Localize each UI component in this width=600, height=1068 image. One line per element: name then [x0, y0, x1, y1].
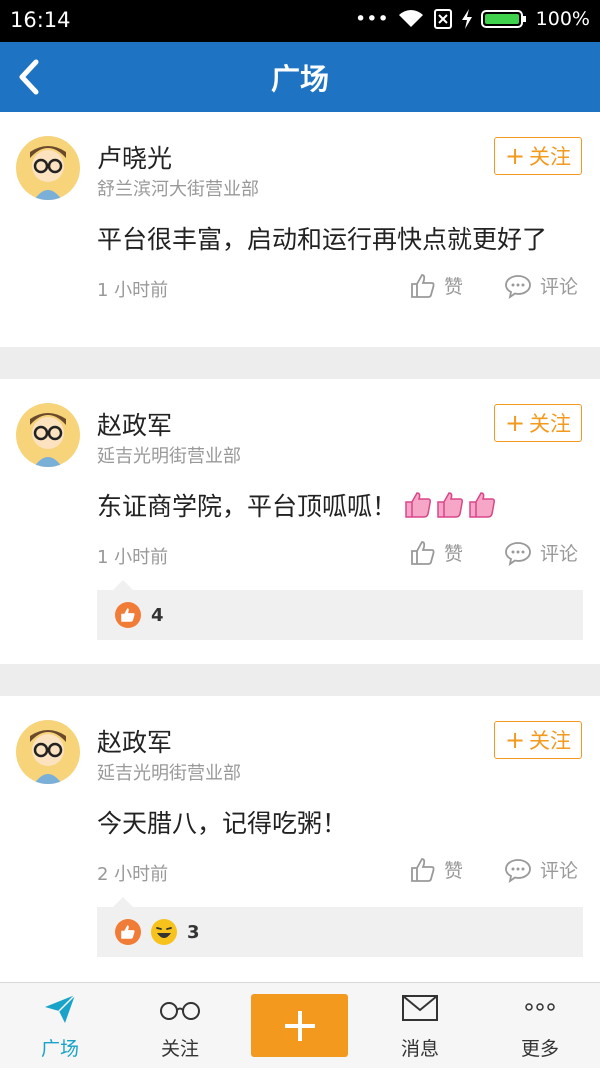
status-bar: 16:14 ••• 100%: [0, 0, 600, 42]
post-time: 1 小时前: [97, 280, 169, 301]
thumbs-up-reaction-icon: [115, 602, 141, 628]
follow-label: 关注: [529, 412, 572, 436]
comment-icon: [505, 541, 531, 566]
like-button[interactable]: 赞: [410, 272, 463, 299]
reaction-bar[interactable]: 3: [97, 897, 583, 957]
comment-button[interactable]: 评论: [504, 856, 578, 883]
comment-button[interactable]: 评论: [504, 539, 578, 566]
tab-label: 广场: [40, 1038, 79, 1060]
wifi-icon: [398, 10, 423, 27]
paper-plane-icon: [45, 994, 76, 1023]
thumbs-up-icon: [411, 857, 435, 882]
plus-icon: +: [504, 726, 526, 754]
signal-dots-icon: •••: [355, 8, 389, 30]
envelope-icon: [402, 995, 438, 1021]
laughing-reaction-icon: [151, 919, 177, 945]
plus-icon: [284, 1010, 315, 1041]
more-dots-icon: [525, 1003, 555, 1011]
reaction-count: 3: [187, 921, 200, 943]
user-name[interactable]: 赵政军: [97, 723, 172, 759]
divider: [0, 664, 600, 696]
like-button[interactable]: 赞: [410, 856, 463, 883]
thumbs-up-emoji-icon: [405, 492, 496, 518]
user-name[interactable]: 赵政军: [97, 406, 172, 442]
tab-label: 消息: [400, 1038, 439, 1060]
user-branch: 延吉光明街营业部: [97, 763, 241, 784]
avatar[interactable]: [16, 720, 80, 784]
post-card: 卢晓光 舒兰滨河大街营业部 + 关注 平台很丰富，启动和运行再快点就更好了 1 小…: [0, 112, 600, 347]
add-post-button[interactable]: [251, 994, 348, 1057]
thumbs-up-icon: [411, 273, 435, 298]
tab-more[interactable]: 更多: [480, 983, 600, 1068]
tab-label: 关注: [160, 1038, 199, 1060]
tab-label: 更多: [520, 1038, 559, 1060]
follow-label: 关注: [529, 729, 572, 753]
comment-button[interactable]: 评论: [504, 272, 578, 299]
bottom-tab-bar: 广场 关注 消息 更多: [0, 982, 600, 1068]
user-branch: 延吉光明街营业部: [97, 446, 241, 467]
follow-button[interactable]: + 关注: [494, 721, 582, 759]
thumbs-up-icon: [411, 540, 435, 565]
reaction-count: 4: [151, 604, 164, 626]
battery-percent: 100%: [535, 8, 590, 30]
follow-button[interactable]: + 关注: [494, 404, 582, 442]
post-card: 赵政军 延吉光明街营业部 + 关注 东证商学院，平台顶呱呱！ 1 小时前 赞 评论…: [0, 379, 600, 664]
post-card: 赵政军 延吉光明街营业部 + 关注 今天腊八，记得吃粥！ 2 小时前 赞 评论 3: [0, 696, 600, 986]
post-time: 1 小时前: [97, 547, 169, 568]
plus-icon: +: [504, 409, 526, 437]
post-time: 2 小时前: [97, 864, 169, 885]
tab-messages[interactable]: 消息: [360, 983, 480, 1068]
comment-icon: [505, 858, 531, 883]
follow-button[interactable]: + 关注: [494, 137, 582, 175]
user-branch: 舒兰滨河大街营业部: [97, 179, 259, 200]
post-feed: 卢晓光 舒兰滨河大街营业部 + 关注 平台很丰富，启动和运行再快点就更好了 1 小…: [0, 112, 600, 986]
like-button[interactable]: 赞: [410, 539, 463, 566]
post-content: 东证商学院，平台顶呱呱！: [97, 487, 499, 523]
tab-follow[interactable]: 关注: [120, 983, 240, 1068]
no-sim-icon: [433, 9, 452, 29]
reaction-bar[interactable]: 4: [97, 580, 583, 640]
follow-label: 关注: [529, 145, 572, 169]
status-time: 16:14: [10, 8, 71, 32]
glasses-icon: [160, 1002, 200, 1020]
page-title: 广场: [270, 62, 329, 96]
divider: [0, 347, 600, 379]
thumbs-up-reaction-icon: [115, 919, 141, 945]
post-content: 今天腊八，记得吃粥！: [97, 809, 348, 838]
plus-icon: +: [504, 142, 526, 170]
battery-icon: [480, 10, 526, 28]
avatar[interactable]: [16, 136, 80, 200]
post-content: 平台很丰富，启动和运行再快点就更好了: [97, 225, 548, 254]
charging-icon: [461, 9, 472, 29]
tab-square[interactable]: 广场: [0, 983, 120, 1068]
comment-icon: [505, 274, 531, 299]
app-header: 广场: [0, 42, 600, 112]
user-name[interactable]: 卢晓光: [97, 139, 172, 175]
avatar[interactable]: [16, 403, 80, 467]
